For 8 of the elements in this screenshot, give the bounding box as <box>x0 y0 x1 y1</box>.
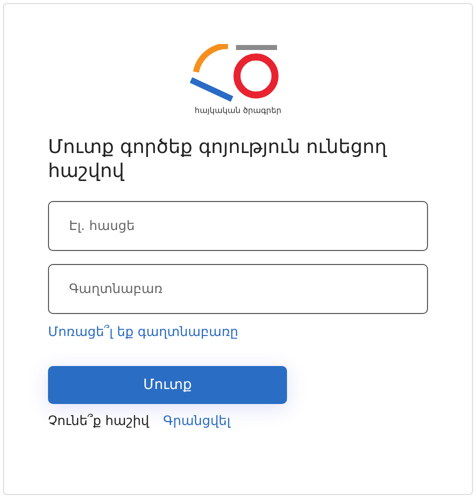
signup-prompt: Չունե՞ք հաշիվ <box>48 414 150 429</box>
logo-caption: հայկական ծրագրեր <box>194 106 282 115</box>
input-field[interactable]: Գաղտնաբառ <box>48 264 428 314</box>
signup-link[interactable]: Գրանցվել <box>163 414 230 429</box>
form-title: Մուտք գործեք գոյություն ունեցող հաշվով <box>48 135 388 183</box>
login-button[interactable]: Մուտք <box>48 366 287 404</box>
forgot-password-link[interactable]: Մոռացե՞լ եք գաղտնաբառը <box>48 325 238 340</box>
input-field[interactable]: Էլ. հասցե <box>48 201 428 251</box>
